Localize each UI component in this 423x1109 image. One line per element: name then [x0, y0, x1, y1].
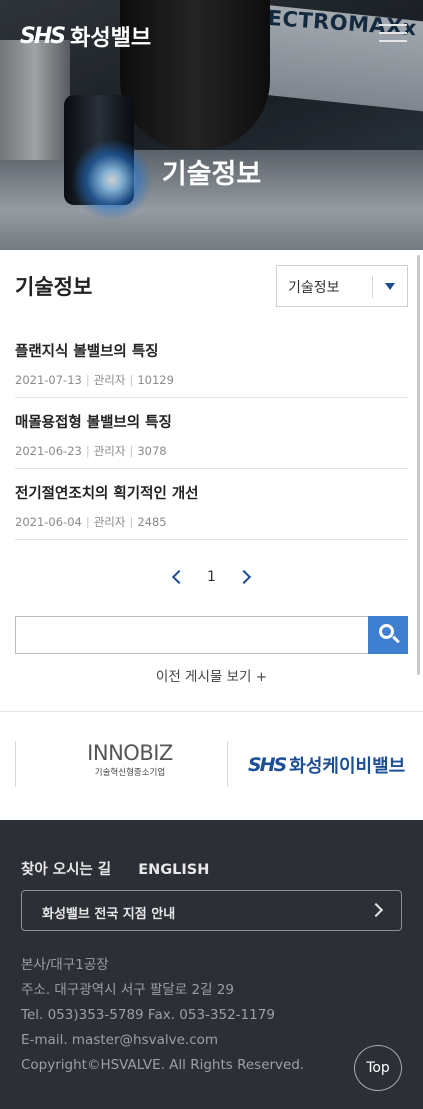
- copyright-text: Copyright©HSVALVE. All Rights Reserved.: [21, 1057, 305, 1073]
- scroll-top-button[interactable]: Top: [354, 1045, 402, 1091]
- post-title[interactable]: 전기절연조치의 획기적인 개선: [15, 482, 408, 503]
- category-select-value: 기술정보: [288, 280, 340, 296]
- list-item[interactable]: 플랜지식 볼밸브의 특징 2021-07-13 | 관리자 | 10129: [15, 327, 408, 398]
- company-info: 본사/대구1공장 주소. 대구광역시 서구 팔달로 2길 29 Tel. 053…: [21, 953, 304, 1078]
- search-icon-handle: [392, 635, 400, 644]
- category-select[interactable]: 기술정보: [276, 265, 408, 307]
- hero-banner: SPECTROMAXx SHS 화성밸브 기술정보: [0, 0, 423, 250]
- meta-separator: |: [85, 373, 90, 387]
- scrollbar[interactable]: [417, 255, 420, 675]
- meta-separator: |: [129, 444, 134, 458]
- prev-posts-link[interactable]: 이전 게시물 보기 +: [0, 665, 423, 685]
- footer-links: 찾아 오시는 길 ENGLISH: [21, 858, 231, 879]
- post-author: 관리자: [93, 373, 126, 387]
- branch-info-label: 화성밸브 전국 지점 안내: [42, 907, 176, 922]
- meta-separator: |: [129, 373, 134, 387]
- board-header: 기술정보 기술정보: [15, 265, 408, 307]
- office-name: 본사/대구1공장: [21, 957, 109, 973]
- company-logo: SHS 화성케이비밸브: [248, 752, 405, 778]
- post-author: 관리자: [93, 444, 126, 458]
- chevron-right-icon: [368, 902, 384, 918]
- list-item[interactable]: 매몰용접형 볼밸브의 특징 2021-06-23 | 관리자 | 3078: [15, 398, 408, 469]
- partner-divider: [227, 741, 228, 787]
- english-link[interactable]: ENGLISH: [138, 862, 209, 878]
- chevron-right-icon[interactable]: [236, 569, 252, 584]
- company-logo-name: 화성케이비밸브: [289, 756, 406, 777]
- meta-separator: |: [129, 515, 134, 529]
- page-title: 기술정보: [15, 275, 93, 299]
- partner-divider: [15, 741, 16, 787]
- meta-separator: |: [85, 444, 90, 458]
- company-logo-mark: SHS: [248, 754, 287, 776]
- post-views: 2485: [137, 515, 167, 529]
- search-input[interactable]: [15, 616, 369, 654]
- site-logo[interactable]: SHS 화성밸브: [20, 20, 151, 52]
- post-title[interactable]: 매몰용접형 볼밸브의 특징: [15, 411, 408, 432]
- site-footer: 찾아 오시는 길 ENGLISH 화성밸브 전국 지점 안내 본사/대구1공장 …: [0, 820, 423, 1109]
- post-meta: 2021-07-13 | 관리자 | 10129: [15, 372, 408, 388]
- post-meta: 2021-06-04 | 관리자 | 2485: [15, 514, 408, 530]
- logo-mark: SHS: [20, 23, 66, 49]
- page-number-current[interactable]: 1: [207, 569, 216, 585]
- innobiz-name: INNOBIZ: [87, 741, 173, 765]
- pagination: 1: [0, 566, 423, 588]
- email-text: E-mail. master@hsvalve.com: [21, 1032, 219, 1048]
- phone-text: Tel. 053)353-5789 Fax. 053-352-1179: [21, 1007, 275, 1023]
- logo-text: 화성밸브: [70, 26, 152, 51]
- search-bar: [15, 616, 408, 654]
- search-button[interactable]: [368, 616, 408, 654]
- branch-info-button[interactable]: 화성밸브 전국 지점 안내: [21, 890, 402, 931]
- innobiz-logo: INNOBIZ 기술혁신형중소기업: [80, 741, 180, 778]
- post-date: 2021-07-13: [15, 373, 82, 387]
- list-item[interactable]: 전기절연조치의 획기적인 개선 2021-06-04 | 관리자 | 2485: [15, 469, 408, 540]
- post-date: 2021-06-04: [15, 515, 82, 529]
- directions-link[interactable]: 찾아 오시는 길: [21, 862, 111, 878]
- post-title[interactable]: 플랜지식 볼밸브의 특징: [15, 340, 408, 361]
- post-views: 3078: [137, 444, 167, 458]
- chevron-down-icon: [385, 283, 395, 290]
- hero-title: 기술정보: [161, 159, 262, 190]
- post-list: 플랜지식 볼밸브의 특징 2021-07-13 | 관리자 | 10129 매몰용접형 …: [15, 327, 408, 540]
- post-views: 10129: [137, 373, 174, 387]
- section-divider: [0, 711, 423, 712]
- meta-separator: |: [85, 515, 90, 529]
- select-divider: [372, 276, 373, 298]
- post-author: 관리자: [93, 515, 126, 529]
- chevron-left-icon[interactable]: [171, 569, 187, 584]
- post-meta: 2021-06-23 | 관리자 | 3078: [15, 443, 408, 459]
- hamburger-menu-icon[interactable]: [379, 24, 407, 44]
- innobiz-subtitle: 기술혁신형중소기업: [94, 768, 166, 778]
- partner-logos: INNOBIZ 기술혁신형중소기업 SHS 화성케이비밸브: [0, 735, 423, 793]
- post-date: 2021-06-23: [15, 444, 82, 458]
- address-text: 주소. 대구광역시 서구 팔달로 2길 29: [21, 982, 234, 998]
